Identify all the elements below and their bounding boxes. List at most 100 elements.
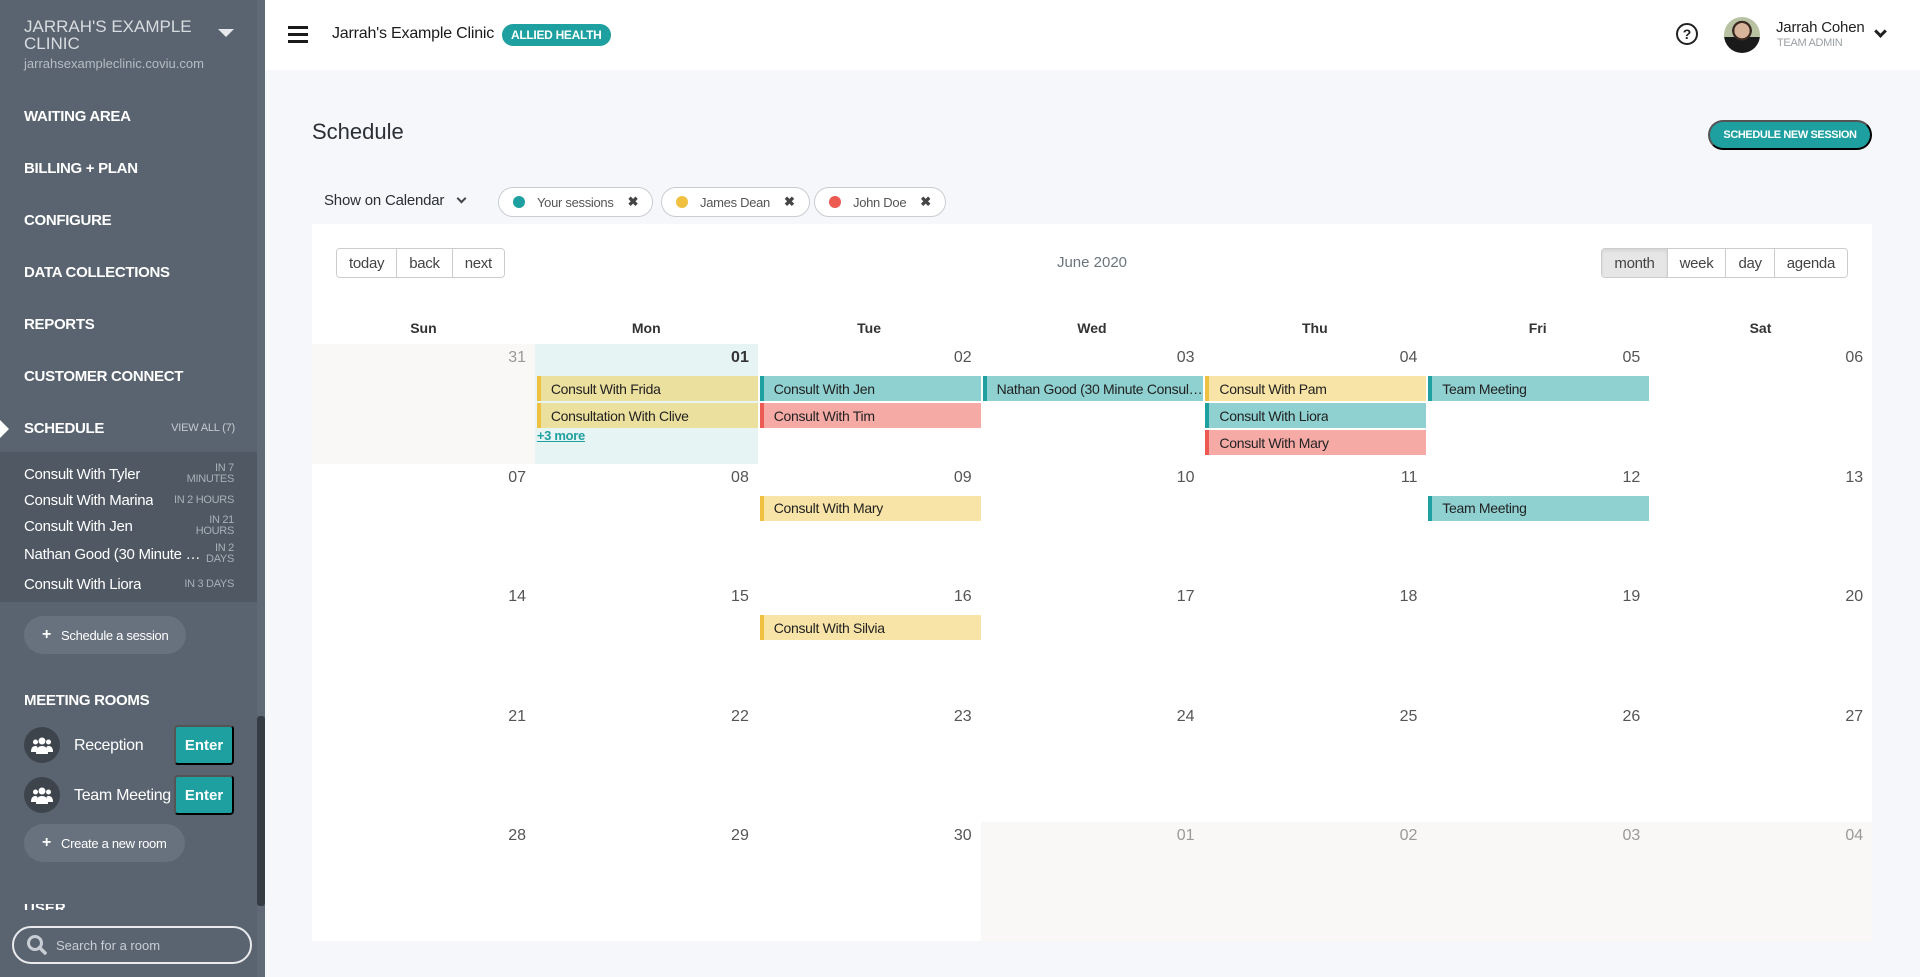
create-room-button[interactable]: + Create a new room (24, 824, 185, 862)
day-number[interactable]: 02 (758, 349, 972, 367)
day-number[interactable]: 02 (1203, 827, 1418, 845)
sidebar-nav: WAITING AREA BILLING + PLAN CONFIGURE DA… (0, 90, 257, 454)
calendar-event[interactable]: Consult With Liora (1205, 403, 1427, 428)
close-icon[interactable]: ✖ (920, 194, 931, 210)
help-icon[interactable]: ? (1676, 23, 1698, 45)
calendar-event[interactable]: Consultation With Clive (536, 403, 758, 428)
sidebar-item-configure[interactable]: CONFIGURE (0, 194, 257, 246)
close-icon[interactable]: ✖ (628, 194, 639, 210)
sidebar-item-billing-plan[interactable]: BILLING + PLAN (0, 142, 257, 194)
calendar-event[interactable]: Nathan Good (30 Minute Consultation) (982, 376, 1204, 401)
calendar-event[interactable]: Consult With Tim (759, 403, 981, 428)
day-number[interactable]: 04 (1203, 349, 1418, 367)
day-number[interactable]: 21 (312, 708, 526, 726)
view-day-button[interactable]: day (1725, 249, 1774, 277)
show-on-calendar-dropdown[interactable]: Show on Calendar (324, 192, 467, 209)
day-number[interactable]: 19 (1426, 588, 1640, 606)
day-number[interactable]: 24 (981, 708, 1195, 726)
day-number[interactable]: 11 (1203, 469, 1418, 487)
day-number[interactable]: 17 (981, 588, 1195, 606)
day-number[interactable]: 03 (981, 349, 1195, 367)
clinic-title: Jarrah's Example Clinic (332, 25, 495, 42)
day-number[interactable]: 27 (1649, 708, 1863, 726)
user-name[interactable]: Jarrah Cohen (1776, 19, 1865, 36)
sidebar-item-reports[interactable]: REPORTS (0, 298, 257, 350)
day-number[interactable]: 20 (1649, 588, 1863, 606)
day-number[interactable]: 06 (1649, 349, 1863, 367)
enter-room-button[interactable]: Enter (174, 775, 234, 815)
week-row: 28 29 30 01 02 03 04 (312, 822, 1872, 942)
day-number[interactable]: 28 (312, 827, 526, 845)
day-number[interactable]: 18 (1203, 588, 1418, 606)
day-number[interactable]: 03 (1426, 827, 1640, 845)
room-search[interactable] (12, 926, 252, 964)
day-number[interactable]: 07 (312, 469, 526, 487)
list-item[interactable]: Consult With Liora IN 3 DAYS (24, 570, 234, 598)
view-month-button[interactable]: month (1602, 249, 1667, 277)
week-row: 14 15 16 17 18 19 20 Consult With Silvia (312, 583, 1872, 703)
day-number[interactable]: 01 (535, 349, 749, 367)
day-number[interactable]: 12 (1426, 469, 1640, 487)
calendar-event[interactable]: Team Meeting (1428, 495, 1650, 521)
sidebar: JARRAH'S EXAMPLE CLINIC jarrahsexamplecl… (0, 0, 265, 977)
day-number[interactable]: 23 (758, 708, 972, 726)
day-number[interactable]: 15 (535, 588, 749, 606)
view-all-link[interactable]: VIEW ALL (7) (171, 422, 235, 434)
session-name: Consult With Marina (24, 491, 154, 509)
avatar[interactable] (1724, 17, 1760, 53)
filter-chip-your-sessions[interactable]: Your sessions ✖ (498, 187, 654, 217)
day-number[interactable]: 29 (535, 827, 749, 845)
calendar-event[interactable]: Team Meeting (1428, 376, 1650, 401)
calendar-event[interactable]: Consult With Silvia (759, 615, 981, 640)
plus-icon: + (42, 834, 52, 851)
room-name: Team Meeting (74, 786, 171, 804)
clinic-switcher[interactable]: JARRAH'S EXAMPLE CLINIC jarrahsexamplecl… (24, 18, 224, 71)
room-name: Reception (74, 736, 144, 754)
close-icon[interactable]: ✖ (784, 194, 795, 210)
day-number[interactable]: 10 (981, 469, 1195, 487)
calendar-event[interactable]: Consult With Mary (1205, 430, 1427, 455)
day-number[interactable]: 16 (758, 588, 972, 606)
list-item[interactable]: Consult With Jen IN 21 HOURS (24, 512, 234, 540)
calendar-event[interactable]: Consult With Mary (759, 495, 981, 521)
sidebar-item-waiting-area[interactable]: WAITING AREA (0, 90, 257, 142)
sidebar-item-customer-connect[interactable]: CUSTOMER CONNECT (0, 350, 257, 402)
day-number[interactable]: 04 (1649, 827, 1863, 845)
sidebar-item-schedule[interactable]: SCHEDULE VIEW ALL (7) (0, 402, 257, 454)
caret-down-icon[interactable] (218, 29, 234, 37)
day-number[interactable]: 22 (535, 708, 749, 726)
sidebar-item-data-collections[interactable]: DATA COLLECTIONS (0, 246, 257, 298)
day-number[interactable]: 09 (758, 469, 972, 487)
calendar-event[interactable]: Consult With Pam (1205, 376, 1427, 401)
day-number[interactable]: 25 (1203, 708, 1418, 726)
color-dot-icon (676, 196, 688, 208)
day-number[interactable]: 31 (312, 349, 526, 367)
day-number[interactable]: 30 (758, 827, 972, 845)
day-number[interactable]: 08 (535, 469, 749, 487)
schedule-session-button[interactable]: + Schedule a session (24, 616, 187, 654)
day-number[interactable]: 01 (981, 827, 1195, 845)
list-item[interactable]: Consult With Tyler IN 7 MINUTES (24, 460, 234, 488)
calendar-event[interactable]: Consult With Frida (536, 376, 758, 401)
show-more-link[interactable]: +3 more (537, 428, 585, 443)
view-week-button[interactable]: week (1666, 249, 1726, 277)
day-number[interactable]: 13 (1649, 469, 1863, 487)
list-item[interactable]: Nathan Good (30 Minute Consultation) IN … (24, 540, 234, 568)
weekday-label: Sat (1749, 320, 1772, 336)
view-agenda-button[interactable]: agenda (1773, 249, 1847, 277)
session-name: Consult With Liora (24, 575, 142, 593)
calendar-event[interactable]: Consult With Jen (759, 376, 981, 401)
day-number[interactable]: 26 (1426, 708, 1640, 726)
enter-room-button[interactable]: Enter (174, 725, 234, 765)
page-title: Schedule (312, 119, 404, 144)
room-search-input[interactable] (56, 937, 236, 953)
filter-chip-john-doe[interactable]: John Doe ✖ (814, 187, 946, 217)
menu-icon[interactable] (288, 26, 308, 43)
list-item[interactable]: Consult With Marina IN 2 HOURS (24, 486, 234, 514)
filter-chip-james-dean[interactable]: James Dean ✖ (661, 187, 810, 217)
day-number[interactable]: 05 (1426, 349, 1640, 367)
sidebar-scrollbar-thumb[interactable] (257, 716, 265, 906)
day-number[interactable]: 14 (312, 588, 526, 606)
schedule-new-session-button[interactable]: SCHEDULE NEW SESSION (1708, 120, 1872, 150)
chevron-down-icon[interactable] (1874, 25, 1887, 38)
